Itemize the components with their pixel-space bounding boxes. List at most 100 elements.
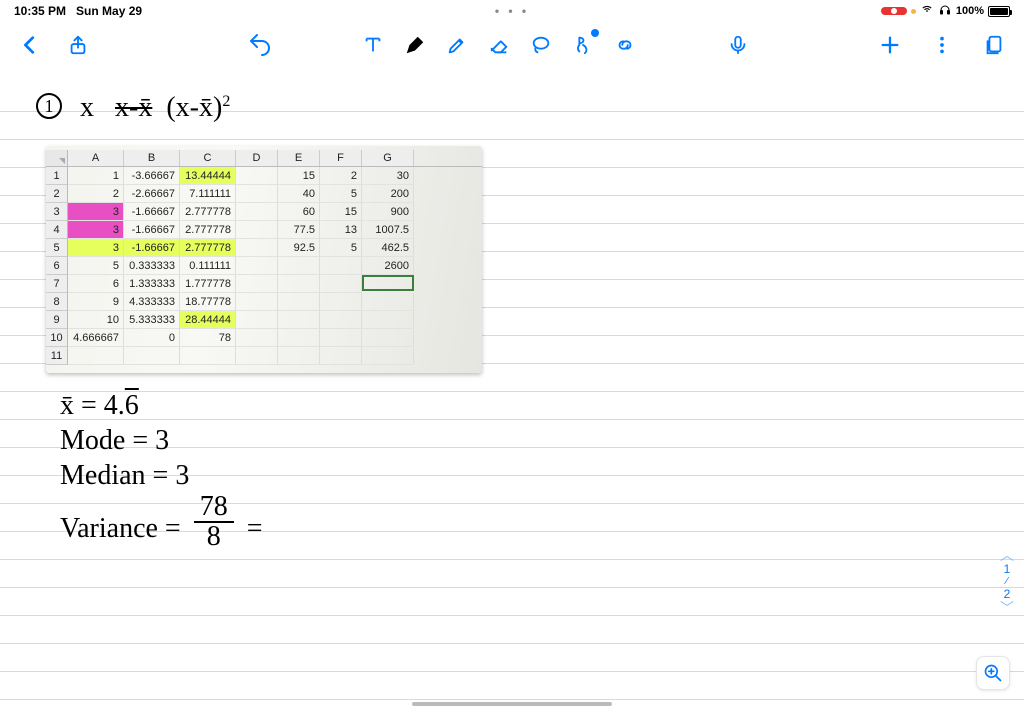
row-header: 7 <box>46 275 68 293</box>
eraser-tool[interactable] <box>487 33 511 57</box>
status-date: Sun May 29 <box>76 4 142 18</box>
add-button[interactable] <box>878 33 902 57</box>
cell-D10 <box>236 329 278 347</box>
multitask-ellipsis[interactable]: • • • <box>495 4 529 18</box>
cell-B3: -1.66667 <box>124 203 180 221</box>
table-row: 43-1.666672.77777877.5131007.5 <box>46 221 482 239</box>
undo-button[interactable] <box>248 33 272 57</box>
table-row: 9105.33333328.44444 <box>46 311 482 329</box>
status-bar: 10:35 PM Sun May 29 • • • 100% <box>0 0 1024 20</box>
cell-E5: 92.5 <box>278 239 320 257</box>
back-button[interactable] <box>18 33 42 57</box>
cell-C5: 2.777778 <box>180 239 236 257</box>
cell-C8: 18.77778 <box>180 293 236 311</box>
cell-D6 <box>236 257 278 275</box>
cell-C11 <box>180 347 236 365</box>
cell-C6: 0.111111 <box>180 257 236 275</box>
handwritten-header: 1 x x-x̄ (x-x̄)2 <box>36 92 230 124</box>
cell-B2: -2.66667 <box>124 185 180 203</box>
cell-G3: 900 <box>362 203 414 221</box>
page-navigator[interactable]: ︿ 1 ⁄ 2 ﹀ <box>1000 548 1014 615</box>
page-down-icon[interactable]: ﹀ <box>1000 601 1014 615</box>
cell-C10: 78 <box>180 329 236 347</box>
cell-F8 <box>320 293 362 311</box>
cell-G4: 1007.5 <box>362 221 414 239</box>
lasso-tool[interactable] <box>529 33 553 57</box>
row-header: 2 <box>46 185 68 203</box>
table-row: 11-3.6666713.4444415230 <box>46 167 482 185</box>
home-indicator[interactable] <box>412 702 612 706</box>
cell-G6: 2600 <box>362 257 414 275</box>
cell-E8 <box>278 293 320 311</box>
row-header: 1 <box>46 167 68 185</box>
cell-G7 <box>362 275 414 291</box>
battery-icon <box>988 6 1010 17</box>
cell-F3: 15 <box>320 203 362 221</box>
cell-D4 <box>236 221 278 239</box>
cell-F4: 13 <box>320 221 362 239</box>
screen-recording-indicator[interactable] <box>881 7 907 15</box>
table-row: 22-2.666677.111111405200 <box>46 185 482 203</box>
wifi-icon <box>920 4 934 18</box>
cell-G8 <box>362 293 414 311</box>
cell-G11 <box>362 347 414 365</box>
row-header: 5 <box>46 239 68 257</box>
cell-F1: 2 <box>320 167 362 185</box>
headphones-icon <box>938 4 952 19</box>
cell-B1: -3.66667 <box>124 167 180 185</box>
table-row: 650.3333330.1111112600 <box>46 257 482 275</box>
note-canvas[interactable]: 1 x x-x̄ (x-x̄)2 A B C D E F G 11-3.6666… <box>0 70 1024 710</box>
cell-F10 <box>320 329 362 347</box>
page-total: 2 <box>1000 587 1014 601</box>
median-line: Median = 3 <box>60 458 263 493</box>
cell-E1: 15 <box>278 167 320 185</box>
cell-A8: 9 <box>68 293 124 311</box>
colhead-C: C <box>180 150 236 166</box>
attachment-tool[interactable] <box>613 33 637 57</box>
cell-B11 <box>124 347 180 365</box>
more-button[interactable] <box>930 33 954 57</box>
row-header: 10 <box>46 329 68 347</box>
pen-tool[interactable] <box>403 33 427 57</box>
handwritten-answers: x̄ = 4.6 Mode = 3 Median = 3 Variance = … <box>60 388 263 551</box>
cell-E9 <box>278 311 320 329</box>
row-header: 8 <box>46 293 68 311</box>
colhead-A: A <box>68 150 124 166</box>
highlighter-tool[interactable] <box>445 33 469 57</box>
zoom-in-button[interactable] <box>976 656 1010 690</box>
cell-B10: 0 <box>124 329 180 347</box>
cell-E3: 60 <box>278 203 320 221</box>
row-header: 4 <box>46 221 68 239</box>
cell-C9: 28.44444 <box>180 311 236 329</box>
microphone-button[interactable] <box>726 33 750 57</box>
share-button[interactable] <box>66 33 90 57</box>
table-row: 104.666667078 <box>46 329 482 347</box>
cell-D9 <box>236 311 278 329</box>
colhead-D: D <box>236 150 278 166</box>
table-row: 53-1.666672.77777892.55462.5 <box>46 239 482 257</box>
cell-C4: 2.777778 <box>180 221 236 239</box>
cell-C2: 7.111111 <box>180 185 236 203</box>
cell-A4: 3 <box>68 221 124 239</box>
cell-G5: 462.5 <box>362 239 414 257</box>
cell-F2: 5 <box>320 185 362 203</box>
cell-E4: 77.5 <box>278 221 320 239</box>
status-time: 10:35 PM <box>14 4 66 18</box>
page-up-icon[interactable]: ︿ <box>1000 548 1014 562</box>
table-row: 33-1.666672.7777786015900 <box>46 203 482 221</box>
cell-D8 <box>236 293 278 311</box>
pointer-tool[interactable] <box>571 33 595 57</box>
battery-percent: 100% <box>956 5 984 17</box>
cell-A1: 1 <box>68 167 124 185</box>
row-header: 11 <box>46 347 68 365</box>
text-tool[interactable] <box>361 33 385 57</box>
cell-A6: 5 <box>68 257 124 275</box>
cell-F7 <box>320 275 362 293</box>
pages-button[interactable] <box>982 33 1006 57</box>
cell-E2: 40 <box>278 185 320 203</box>
cell-B9: 5.333333 <box>124 311 180 329</box>
xbar-line: x̄ = 4.6 <box>60 388 263 423</box>
page-current: 1 <box>1000 562 1014 576</box>
variance-line: Variance = 788 = <box>60 493 263 551</box>
cell-B7: 1.333333 <box>124 275 180 293</box>
